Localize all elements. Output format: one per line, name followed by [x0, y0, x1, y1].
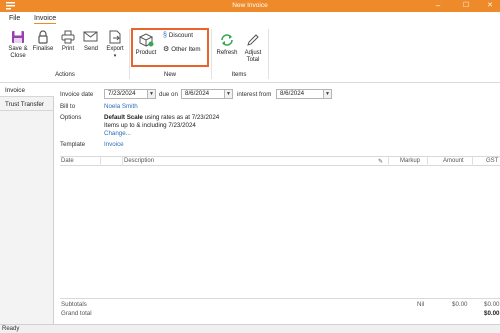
chevron-down-icon[interactable]: ▼ — [147, 90, 155, 98]
print-button[interactable]: Print — [58, 30, 78, 53]
gear-icon: ⚙ — [163, 46, 170, 53]
options-rates: using rates as at 7/23/2024 — [142, 114, 220, 121]
envelope-icon — [83, 31, 98, 42]
options-line-2: Items up to & including 7/23/2024 — [104, 122, 196, 129]
subtotal-gst: $0.00 — [484, 301, 500, 308]
grand-total-label: Grand total — [61, 310, 92, 317]
invoice-date-value: 7/23/2024 — [108, 90, 136, 97]
column-separator — [388, 157, 389, 166]
send-button[interactable]: Send — [81, 30, 101, 53]
subtotals-label: Subtotals — [61, 301, 87, 308]
finalise-label: Finalise — [32, 46, 54, 52]
col-description[interactable]: Description — [124, 158, 154, 164]
discount-button[interactable]: § Discount — [163, 32, 193, 39]
product-label: Product — [135, 50, 157, 56]
window-title: New Invoice — [232, 2, 268, 9]
save-close-label-1: Save & — [8, 46, 28, 52]
due-on-value: 8/6/2024 — [185, 90, 210, 97]
due-on-label: due on — [159, 91, 178, 98]
refresh-icon — [221, 34, 233, 46]
column-separator — [100, 157, 101, 166]
export-icon — [109, 30, 121, 44]
subtotal-amount: $0.00 — [452, 301, 468, 308]
minimize-button[interactable]: – — [426, 0, 450, 12]
discount-icon: § — [163, 32, 167, 39]
status-bar: Ready — [0, 324, 500, 333]
send-label: Send — [83, 46, 98, 52]
invoice-form: Invoice date 7/23/2024 ▼ due on 8/6/2024… — [55, 84, 500, 324]
save-icon — [12, 31, 24, 43]
tab-invoice-side[interactable]: Invoice — [0, 84, 54, 97]
ribbon-separator — [211, 29, 212, 79]
tab-trust-transfer[interactable]: Trust Transfer — [0, 98, 54, 111]
chevron-down-icon[interactable]: ▼ — [323, 90, 331, 98]
adjust-total-button[interactable]: Adjust Total — [241, 32, 265, 64]
col-gst[interactable]: GST — [486, 158, 498, 164]
subtotal-markup: Nil — [417, 301, 425, 308]
column-separator — [122, 157, 123, 166]
print-label: Print — [61, 46, 75, 52]
tab-file[interactable]: File — [9, 15, 20, 22]
options-change-link[interactable]: Change... — [104, 130, 131, 137]
adjust-total-label-2: Total — [246, 57, 260, 63]
close-button[interactable]: ✕ — [478, 0, 500, 12]
ribbon-separator — [268, 29, 269, 79]
bill-to-link[interactable]: Noela Smith — [104, 103, 138, 110]
printer-icon — [61, 30, 75, 44]
options-label: Options — [60, 114, 82, 121]
export-label: Export — [106, 46, 124, 52]
interest-from-label: interest from — [237, 91, 272, 98]
col-markup[interactable]: Markup — [400, 158, 420, 164]
items-group-label: Items — [231, 72, 247, 78]
other-item-label: Other Item — [171, 45, 201, 53]
col-amount[interactable]: Amount — [443, 158, 464, 164]
discount-label: Discount — [168, 32, 193, 39]
column-separator — [472, 157, 473, 166]
interest-from-field[interactable]: 8/6/2024 ▼ — [276, 89, 332, 99]
product-box-icon — [138, 33, 154, 47]
side-tabs: Invoice Trust Transfer — [0, 84, 54, 324]
totals-section: Subtotals Nil $0.00 $0.00 Grand total $0… — [60, 298, 500, 317]
items-grid-header: Date Description ✎ Markup Amount GST — [60, 156, 500, 166]
new-group-label: New — [163, 72, 176, 78]
interest-from-value: 8/6/2024 — [280, 90, 305, 97]
export-button[interactable]: Export ▾ — [103, 30, 127, 60]
chevron-down-icon[interactable]: ▼ — [224, 90, 232, 98]
bill-to-label: Bill to — [60, 103, 76, 110]
tab-invoice[interactable]: Invoice — [34, 15, 57, 24]
refresh-button[interactable]: Refresh — [214, 32, 240, 57]
adjust-total-label-1: Adjust — [244, 50, 262, 56]
due-on-field[interactable]: 8/6/2024 ▼ — [181, 89, 233, 99]
save-close-button[interactable]: Save & Close — [6, 30, 30, 60]
ribbon: Save & Close Finalise Print Send Export … — [0, 26, 500, 83]
template-label: Template — [60, 141, 86, 148]
save-close-label-2: Close — [10, 53, 26, 59]
menu-bar: File Invoice — [0, 12, 500, 26]
product-button[interactable]: Product — [134, 32, 158, 57]
maximize-button[interactable]: ☐ — [454, 0, 478, 12]
lock-icon — [38, 30, 48, 44]
pencil-icon — [247, 34, 259, 46]
actions-group-label: Actions — [55, 72, 75, 78]
export-dropdown-arrow[interactable]: ▾ — [103, 53, 127, 60]
ribbon-separator — [129, 29, 130, 79]
invoice-date-label: Invoice date — [60, 91, 94, 98]
grand-total-value: $0.00 — [484, 310, 500, 317]
finalise-button[interactable]: Finalise — [31, 30, 55, 53]
refresh-label: Refresh — [216, 50, 238, 56]
edit-icon[interactable]: ✎ — [378, 158, 383, 165]
col-date[interactable]: Date — [61, 158, 74, 164]
other-item-button[interactable]: ⚙ Other Item — [163, 45, 201, 54]
template-link[interactable]: Invoice — [104, 141, 124, 148]
invoice-date-field[interactable]: 7/23/2024 ▼ — [104, 89, 156, 99]
title-bar: New Invoice – ☐ ✕ — [0, 0, 500, 12]
options-scale: Default Scale — [104, 114, 143, 121]
column-separator — [427, 157, 428, 166]
options-line-1: Default Scale using rates as at 7/23/202… — [104, 114, 219, 121]
